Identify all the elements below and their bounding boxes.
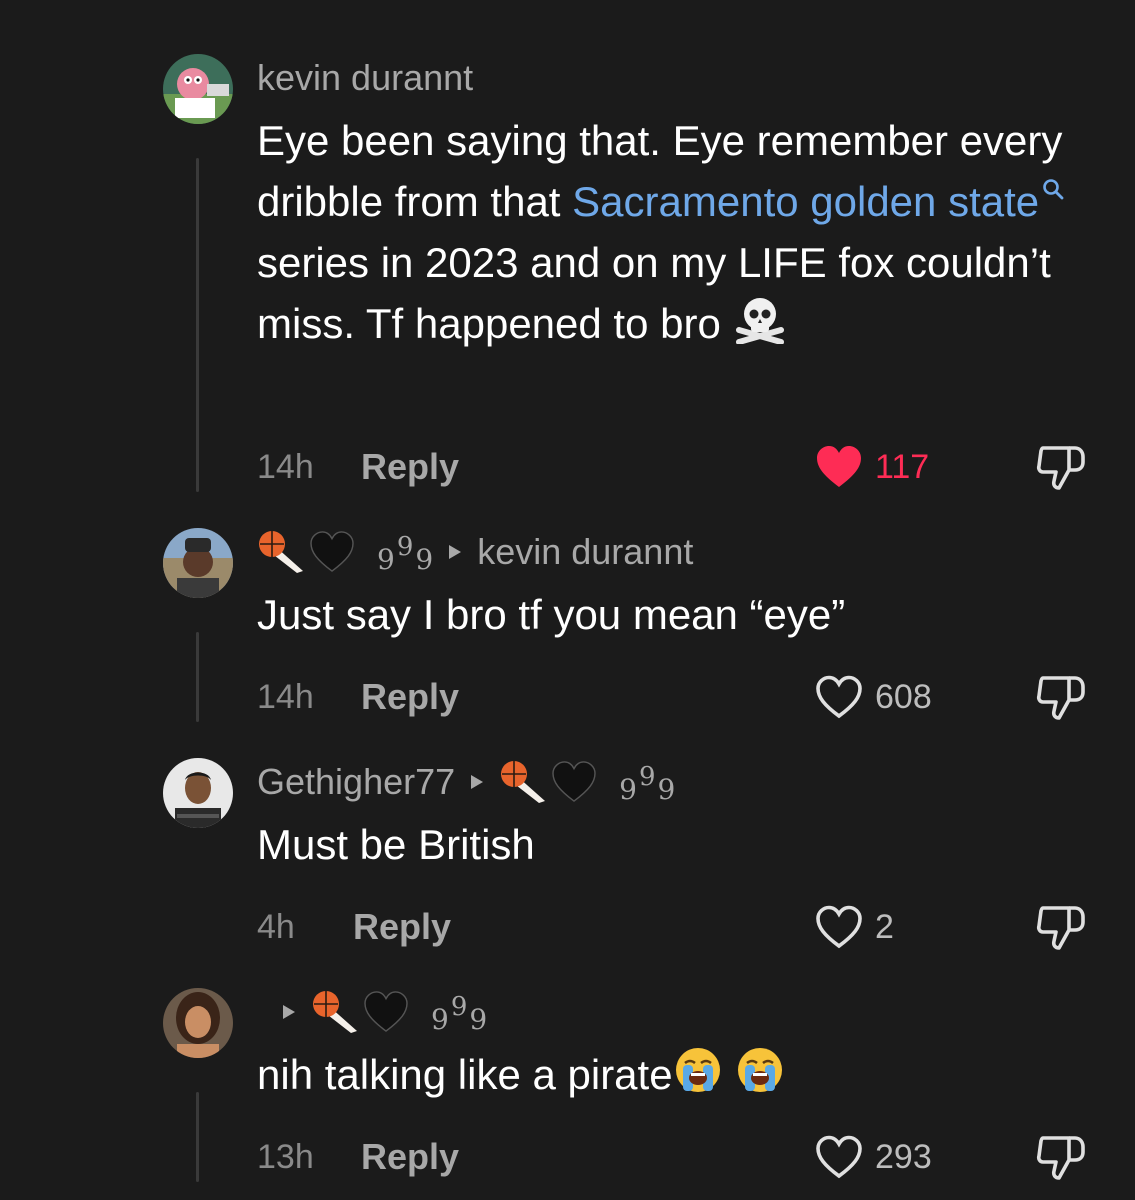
basketball-emoji xyxy=(259,531,303,573)
reply-button[interactable]: Reply xyxy=(361,446,459,488)
play-arrow-icon xyxy=(449,545,462,559)
comment-text-part: series in 2023 and on my LIFE fox couldn… xyxy=(257,239,1051,347)
like-button[interactable]: 117 xyxy=(815,445,937,489)
comment-meta: 4h Reply 2 xyxy=(257,902,1087,952)
timestamp: 13h xyxy=(257,1137,314,1176)
skull-crossbones-emoji xyxy=(735,298,784,344)
username[interactable]: Gethigher77 xyxy=(257,761,455,803)
comment-text: Eye been saying that. Eye remember every… xyxy=(257,110,1087,354)
basketball-emoji xyxy=(313,991,357,1033)
timestamp: 4h xyxy=(257,907,295,946)
reply-button[interactable]: Reply xyxy=(361,1136,459,1178)
like-count: 293 xyxy=(875,1137,932,1176)
reply-to-username[interactable]: kevin durannt xyxy=(477,531,693,573)
reply-to-nines[interactable]: 999 xyxy=(619,762,675,806)
like-count: 2 xyxy=(875,907,894,946)
username[interactable]: kevin durannt xyxy=(257,57,473,99)
dislike-icon[interactable] xyxy=(1035,672,1087,722)
like-count: 117 xyxy=(875,447,930,486)
comment-meta: 13h Reply 293 xyxy=(257,1132,1087,1182)
avatar[interactable] xyxy=(163,528,233,598)
search-icon xyxy=(1043,179,1064,200)
heart-icon xyxy=(817,446,861,487)
heart-icon xyxy=(816,905,862,949)
comment-header: kevin durannt xyxy=(257,54,473,102)
comment-meta: 14h Reply 608 xyxy=(257,672,1087,722)
like-button[interactable]: 293 xyxy=(815,1135,937,1179)
avatar[interactable] xyxy=(163,988,233,1058)
heart-icon xyxy=(816,675,862,719)
thread-line xyxy=(196,632,199,722)
loudly-crying-face-emoji xyxy=(675,1048,720,1092)
username-emojis[interactable] xyxy=(257,529,355,575)
reply-to-emojis[interactable] xyxy=(311,989,409,1035)
comment-header: 999 xyxy=(257,988,487,1036)
search-link[interactable]: Sacramento golden state xyxy=(572,178,1065,225)
black-heart-emoji xyxy=(364,991,408,1032)
dislike-icon[interactable] xyxy=(1035,902,1087,952)
comment-header: Gethigher77 999 xyxy=(257,758,675,806)
comment-header: 999 kevin durannt xyxy=(257,528,693,576)
username-nines[interactable]: 999 xyxy=(377,532,433,576)
reply-to-emojis[interactable] xyxy=(499,759,597,805)
comment-text: Just say I bro tf you mean “eye” xyxy=(257,591,846,638)
reply-button[interactable]: Reply xyxy=(361,676,459,718)
dislike-icon[interactable] xyxy=(1035,1132,1087,1182)
black-heart-emoji xyxy=(552,761,596,802)
play-arrow-icon xyxy=(283,1005,295,1019)
like-count: 608 xyxy=(875,677,932,716)
reply-button[interactable]: Reply xyxy=(353,906,451,948)
black-heart-emoji xyxy=(310,531,354,572)
thread-line xyxy=(196,158,199,492)
loudly-crying-face-emoji xyxy=(737,1048,782,1092)
timestamp: 14h xyxy=(257,447,314,486)
play-arrow-icon xyxy=(471,775,484,789)
heart-icon xyxy=(816,1135,862,1179)
avatar[interactable] xyxy=(163,54,233,124)
thread-line xyxy=(196,1092,199,1182)
comment-meta: 14h Reply 117 xyxy=(257,442,1087,492)
basketball-emoji xyxy=(501,761,546,803)
reply-to-nines[interactable]: 999 xyxy=(431,992,487,1036)
timestamp: 14h xyxy=(257,677,314,716)
dislike-icon[interactable] xyxy=(1035,442,1087,492)
avatar[interactable] xyxy=(163,758,233,828)
like-button[interactable]: 608 xyxy=(815,675,937,719)
comment-text-part: nih talking like a pirate xyxy=(257,1051,673,1098)
comment-text: Must be British xyxy=(257,821,535,868)
comment-text: nih talking like a pirate xyxy=(257,1044,1087,1105)
like-button[interactable]: 2 xyxy=(815,905,937,949)
